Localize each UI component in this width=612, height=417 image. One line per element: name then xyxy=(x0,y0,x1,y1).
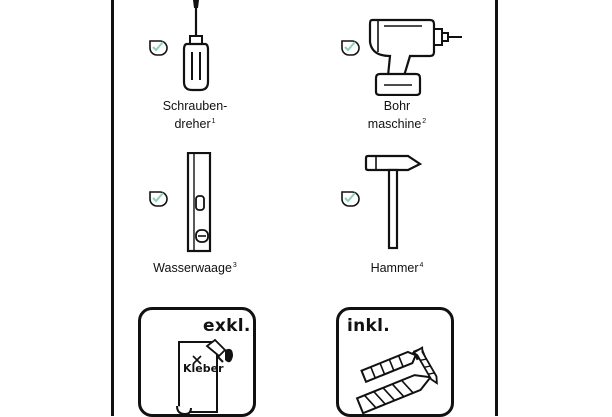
card-included: inkl. xyxy=(336,307,454,417)
tool-label: Hammer4 xyxy=(370,261,424,275)
hammer-icon xyxy=(364,154,423,250)
drill-icon xyxy=(368,18,462,96)
check-drop-icon xyxy=(341,191,360,207)
check-drop-icon xyxy=(149,191,168,207)
tool-screwdriver: Schrauben- dreher1 xyxy=(110,0,280,131)
tool-hammer: Hammer4 xyxy=(312,150,482,275)
card-tag: inkl. xyxy=(347,316,391,336)
tool-label: Wasserwaage3 xyxy=(153,261,237,275)
card-tag: exkl. xyxy=(203,316,251,336)
card-excluded: exkl. Kleber xyxy=(138,307,256,417)
tool-label: Bohr maschine2 xyxy=(367,99,427,131)
tool-spirit-level: Wasserwaage3 xyxy=(110,150,280,275)
tool-label: Schrauben- dreher1 xyxy=(162,99,228,131)
spirit-level-icon xyxy=(186,152,212,253)
glue-scroll-icon xyxy=(176,338,233,414)
glue-label: Kleber xyxy=(183,362,224,375)
check-drop-icon xyxy=(149,40,168,56)
screwdriver-icon xyxy=(182,0,210,92)
dowels-screws-icon xyxy=(355,346,438,414)
check-drop-icon xyxy=(341,40,360,56)
tool-drill: Bohr maschine2 xyxy=(312,0,482,131)
